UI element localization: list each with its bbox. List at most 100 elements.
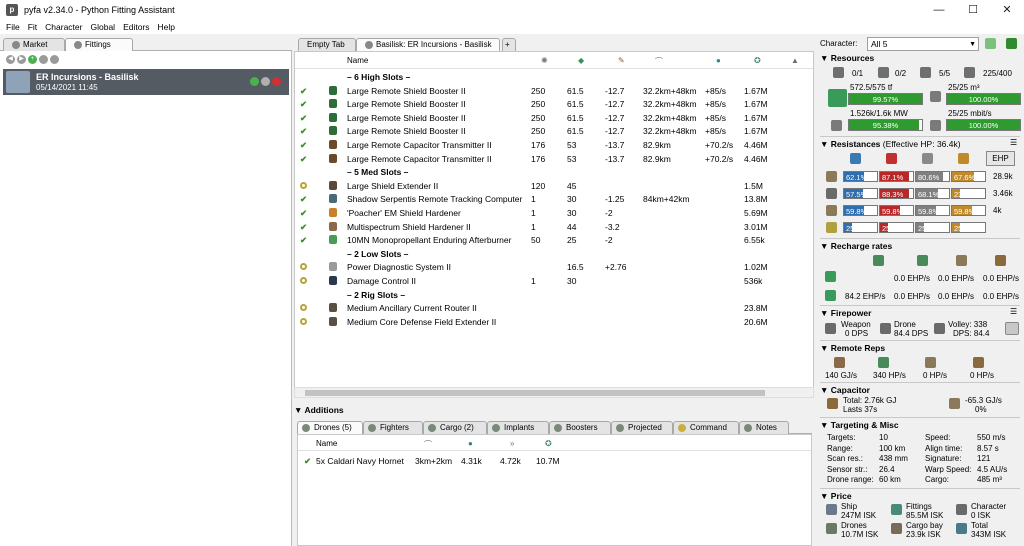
refresh-icon[interactable] bbox=[985, 38, 996, 49]
module-offline-icon[interactable] bbox=[300, 303, 307, 313]
module-active-icon[interactable]: ✔ bbox=[300, 222, 307, 233]
tab-market[interactable]: Market bbox=[3, 38, 65, 51]
targeting-header[interactable]: ▼ Targeting & Misc bbox=[820, 420, 899, 430]
minimize-button[interactable]: — bbox=[922, 0, 956, 20]
slot-section-header[interactable]: – 5 Med Slots – bbox=[295, 165, 813, 179]
remote-reps-header[interactable]: ▼ Remote Reps bbox=[820, 343, 885, 353]
module-active-icon[interactable]: ✔ bbox=[300, 86, 307, 97]
capacitor-header[interactable]: ▼ Capacitor bbox=[820, 385, 870, 395]
ehp-button[interactable]: EHP bbox=[986, 151, 1015, 166]
back-icon[interactable]: ◀ bbox=[6, 55, 15, 64]
tab-notes[interactable]: Notes bbox=[739, 421, 789, 434]
module-row[interactable]: ✔ Large Remote Shield Booster II 250 61.5 -1… bbox=[295, 124, 813, 138]
sustained-icon bbox=[825, 290, 836, 301]
dps-settings-button[interactable] bbox=[1005, 322, 1019, 335]
module-active-icon[interactable]: ✔ bbox=[300, 208, 307, 219]
firepower-header[interactable]: ▼ Firepower bbox=[820, 308, 871, 318]
tab-cargo[interactable]: Cargo (2) bbox=[423, 421, 487, 434]
fit-list-item[interactable]: ER Incursions - Basilisk 05/14/2021 11:4… bbox=[3, 69, 289, 95]
col-cap-icon[interactable]: ✎ bbox=[618, 56, 625, 65]
module-active-icon[interactable]: ✔ bbox=[300, 235, 307, 246]
col-pg-icon[interactable]: ◆ bbox=[578, 56, 584, 65]
tab-implants[interactable]: Implants bbox=[487, 421, 549, 434]
settings-icon[interactable] bbox=[39, 55, 48, 64]
module-active-icon[interactable]: ✔ bbox=[300, 113, 307, 124]
module-row[interactable]: ✔ 'Poacher' EM Shield Hardener 1 30 -2 5.69M bbox=[295, 206, 813, 220]
drone-row[interactable]: ✔ 5x Caldari Navy Hornet 3km+2km 4.31k 4… bbox=[298, 454, 811, 468]
col-boost-icon[interactable]: ● bbox=[716, 56, 721, 65]
module-offline-icon[interactable] bbox=[300, 262, 307, 272]
module-active-icon[interactable]: ✔ bbox=[300, 154, 307, 165]
horizontal-scrollbar[interactable] bbox=[294, 387, 814, 398]
module-row[interactable]: ✔ Multispectrum Shield Hardener II 1 44 -3.2… bbox=[295, 220, 813, 234]
slot-section-header[interactable]: – 2 Low Slots – bbox=[295, 247, 813, 261]
add-icon[interactable] bbox=[250, 77, 259, 86]
character-label: Character: bbox=[820, 39, 858, 48]
tab-command[interactable]: Command bbox=[673, 421, 739, 434]
module-row[interactable]: ✔ Shadow Serpentis Remote Tracking Comput… bbox=[295, 192, 813, 206]
col-cpu-icon[interactable]: ✺ bbox=[541, 56, 548, 65]
module-row[interactable]: Power Diagnostic System II 16.5 +2.76 1.02M bbox=[295, 260, 813, 274]
additions-title[interactable]: ▼ Additions bbox=[294, 405, 344, 415]
new-fit-icon[interactable]: + bbox=[28, 55, 37, 64]
menu-global[interactable]: Global bbox=[90, 22, 115, 32]
drone-col-dps-icon[interactable]: ● bbox=[468, 439, 473, 448]
scroll-thumb[interactable] bbox=[305, 390, 765, 396]
slot-section-header[interactable]: – 6 High Slots – bbox=[295, 70, 813, 84]
drone-col-name[interactable]: Name bbox=[316, 439, 337, 448]
maximize-button[interactable]: ☐ bbox=[956, 0, 990, 20]
menu-help[interactable]: Help bbox=[158, 22, 175, 32]
module-row[interactable]: ✔ Large Remote Capacitor Transmitter II 17… bbox=[295, 152, 813, 166]
module-row[interactable]: Medium Ancillary Current Router II 23.8M bbox=[295, 301, 813, 315]
close-button[interactable]: ✕ bbox=[990, 0, 1024, 20]
menu-editors[interactable]: Editors bbox=[123, 22, 149, 32]
module-row[interactable]: ✔ Large Remote Shield Booster II 250 61.5 -1… bbox=[295, 111, 813, 125]
tab-fittings[interactable]: Fittings bbox=[65, 38, 133, 51]
search-icon[interactable] bbox=[50, 55, 59, 64]
module-row[interactable]: ✔ Large Remote Capacitor Transmitter II 17… bbox=[295, 138, 813, 152]
price-header[interactable]: ▼ Price bbox=[820, 491, 852, 501]
tab-projected[interactable]: Projected bbox=[611, 421, 673, 434]
module-active-icon[interactable]: ✔ bbox=[300, 99, 307, 110]
menu-character[interactable]: Character bbox=[45, 22, 82, 32]
module-active-icon[interactable]: ✔ bbox=[300, 140, 307, 151]
col-misc-icon[interactable]: ▲ bbox=[791, 56, 799, 65]
resistances-header[interactable]: ▼ Resistances (Effective HP: 36.4k) bbox=[820, 139, 961, 149]
module-row[interactable]: Large Shield Extender II 120 45 1.5M bbox=[295, 179, 813, 193]
module-row[interactable]: ✔ 10MN Monopropellant Enduring Afterburne… bbox=[295, 233, 813, 247]
recharge-header[interactable]: ▼ Recharge rates bbox=[820, 241, 892, 251]
drone-col-range-icon[interactable]: ⌒ bbox=[424, 439, 432, 450]
module-active-icon[interactable]: ✔ bbox=[300, 194, 307, 205]
tab-basilisk[interactable]: Basilisk: ER Incursions - Basilisk bbox=[356, 38, 500, 51]
module-active-icon[interactable]: ✔ bbox=[300, 126, 307, 137]
delete-icon[interactable] bbox=[272, 77, 281, 86]
drone-col-price-icon[interactable]: ✪ bbox=[545, 439, 552, 448]
character-select[interactable]: All 5 ▼ bbox=[867, 37, 979, 51]
col-price-icon[interactable]: ✪ bbox=[754, 56, 761, 65]
gear-icon[interactable] bbox=[261, 77, 270, 86]
forward-icon[interactable]: ▶ bbox=[17, 55, 26, 64]
module-offline-icon[interactable] bbox=[300, 276, 307, 286]
module-offline-icon[interactable] bbox=[300, 317, 307, 327]
new-tab-button[interactable]: + bbox=[502, 38, 516, 51]
module-row[interactable]: ✔ Large Remote Shield Booster II 250 61.5 -1… bbox=[295, 84, 813, 98]
col-range-icon[interactable]: ⌒ bbox=[655, 56, 663, 67]
menu-fit[interactable]: Fit bbox=[28, 22, 37, 32]
menu-file[interactable]: File bbox=[6, 22, 20, 32]
resistances-menu-icon[interactable]: ☰ bbox=[1010, 138, 1017, 147]
module-offline-icon[interactable] bbox=[300, 181, 307, 191]
drone-col-speed-icon[interactable]: » bbox=[510, 439, 514, 448]
module-row[interactable]: Damage Control II 1 30 536k bbox=[295, 274, 813, 288]
tab-empty[interactable]: Empty Tab bbox=[298, 38, 356, 51]
import-icon[interactable] bbox=[1006, 38, 1017, 49]
drone-active-icon[interactable]: ✔ bbox=[304, 456, 311, 467]
slot-section-header[interactable]: – 2 Rig Slots – bbox=[295, 288, 813, 302]
tab-drones[interactable]: Drones (5) bbox=[297, 421, 363, 434]
resources-header[interactable]: ▼ Resources bbox=[820, 53, 874, 63]
module-row[interactable]: ✔ Large Remote Shield Booster II 250 61.5 -1… bbox=[295, 97, 813, 111]
module-row[interactable]: Medium Core Defense Field Extender II 20.… bbox=[295, 315, 813, 329]
tab-fighters[interactable]: Fighters bbox=[363, 421, 423, 434]
firepower-menu-icon[interactable]: ☰ bbox=[1010, 307, 1017, 316]
col-name[interactable]: Name bbox=[347, 56, 368, 65]
tab-boosters[interactable]: Boosters bbox=[549, 421, 611, 434]
